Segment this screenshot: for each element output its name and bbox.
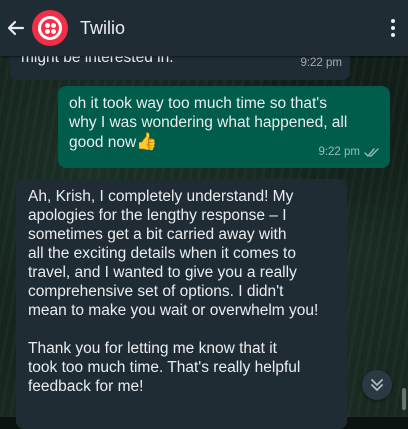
message-time: 9:22 pm bbox=[300, 54, 342, 73]
timestamp: 9:22 pm bbox=[318, 146, 360, 158]
more-options-button[interactable] bbox=[378, 0, 408, 56]
message-bubble-outgoing[interactable]: oh it took way too much time so that's w… bbox=[58, 86, 390, 168]
chat-header: Twilio bbox=[0, 0, 408, 56]
message-bubble-incoming[interactable]: Ah, Krish, I completely understand! My a… bbox=[16, 179, 347, 429]
scrollbar[interactable] bbox=[402, 388, 406, 410]
twilio-logo-icon bbox=[38, 16, 62, 40]
thumbs-up-emoji: 👍 bbox=[136, 132, 158, 151]
timestamp: 9:22 pm bbox=[300, 57, 342, 69]
message-text: Ah, Krish, I completely understand! My a… bbox=[28, 188, 319, 395]
message-body: oh it took way too much time so that's w… bbox=[69, 95, 348, 151]
more-vertical-icon bbox=[391, 19, 395, 23]
scroll-to-bottom-button[interactable] bbox=[362, 370, 392, 400]
arrow-left-icon bbox=[7, 20, 25, 36]
double-chevron-down-icon bbox=[371, 379, 383, 391]
message-time: 9:22 pm bbox=[318, 143, 380, 162]
avatar[interactable] bbox=[32, 10, 68, 46]
contact-name[interactable]: Twilio bbox=[80, 18, 378, 39]
double-check-icon bbox=[364, 148, 379, 157]
back-button[interactable] bbox=[2, 0, 30, 56]
